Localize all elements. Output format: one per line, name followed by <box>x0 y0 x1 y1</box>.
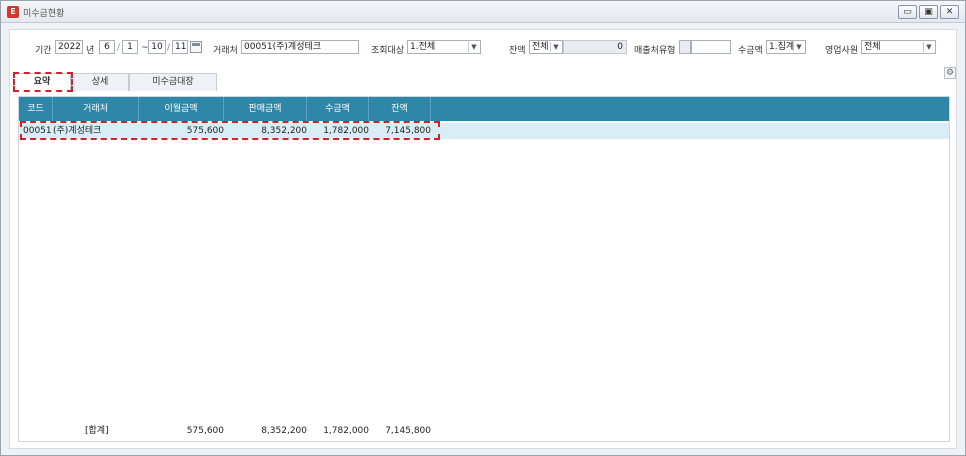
balance-amount-field[interactable]: 0 <box>563 40 627 54</box>
client-input[interactable]: 00051(주)계성테크 <box>241 40 359 54</box>
total-collected: 1,782,000 <box>323 426 369 436</box>
client-label: 거래처 <box>213 46 238 56</box>
total-label: [합계] <box>85 426 109 436</box>
balance-select[interactable]: 전체 ▼ <box>529 40 563 54</box>
close-button[interactable]: ✕ <box>940 5 959 19</box>
tab-receivables-ledger[interactable]: 미수금대장 <box>129 73 217 91</box>
collection-select[interactable]: 1.집계 ▼ <box>766 40 806 54</box>
target-select[interactable]: 1.전체 ▼ <box>407 40 481 54</box>
close-icon: ✕ <box>945 7 954 17</box>
total-row: [합계] 575,600 8,352,200 1,782,000 7,145,8… <box>19 422 949 440</box>
app-window: E 미수금현황 ▭ ▣ ✕ 기간 2022 년 6 / 1 ~ 10 / 11 … <box>0 0 966 456</box>
chevron-down-icon: ▼ <box>468 42 479 52</box>
date-slash-1: / <box>117 43 121 53</box>
gear-icon[interactable]: ⚙ <box>944 67 956 79</box>
column-header-code[interactable]: 코드 <box>19 97 53 121</box>
column-header-client[interactable]: 거래처 <box>53 97 139 121</box>
sales-type-name-input[interactable] <box>691 40 731 54</box>
column-header-collected[interactable]: 수금액 <box>307 97 369 121</box>
column-header-balance[interactable]: 잔액 <box>369 97 431 121</box>
chevron-down-icon: ▼ <box>923 42 934 52</box>
day-from-input[interactable]: 1 <box>122 40 138 54</box>
date-slash-2: / <box>167 43 171 53</box>
sales-type-label: 매출처유형 <box>634 46 676 56</box>
column-header-carryover[interactable]: 이월금액 <box>139 97 224 121</box>
collection-select-value: 1.집계 <box>769 42 795 52</box>
month-from-input[interactable]: 6 <box>99 40 115 54</box>
day-to-input[interactable]: 11 <box>172 40 188 54</box>
grid-header: 코드 거래처 이월금액 판매금액 수금액 잔액 <box>19 97 949 121</box>
maximize-button[interactable]: ▣ <box>919 5 938 19</box>
tab-detail[interactable]: 상세 <box>71 73 129 91</box>
collection-label: 수금액 <box>738 46 763 56</box>
target-select-value: 1.전체 <box>410 42 436 52</box>
total-balance: 7,145,800 <box>385 426 431 436</box>
month-to-input[interactable]: 10 <box>148 40 166 54</box>
row-highlight-box <box>20 121 440 140</box>
calendar-icon[interactable] <box>190 41 202 53</box>
sales-rep-select[interactable]: 전체 ▼ <box>861 40 936 54</box>
data-grid: 코드 거래처 이월금액 판매금액 수금액 잔액 00051 (주)계성테크 57… <box>18 96 950 442</box>
target-label: 조회대상 <box>371 46 405 56</box>
sales-rep-select-value: 전체 <box>864 42 881 52</box>
total-carryover: 575,600 <box>186 426 224 436</box>
title-bar: E 미수금현황 ▭ ▣ ✕ <box>1 1 965 23</box>
window-title: 미수금현황 <box>23 9 65 19</box>
maximize-icon: ▣ <box>924 7 933 17</box>
total-sales: 8,352,200 <box>261 426 307 436</box>
sales-type-code-input[interactable] <box>679 40 691 54</box>
balance-select-value: 전체 <box>532 42 549 52</box>
year-suffix-label: 년 <box>86 46 95 56</box>
year-input[interactable]: 2022 <box>55 40 83 54</box>
app-logo-icon: E <box>7 6 19 18</box>
filter-bar: 기간 2022 년 6 / 1 ~ 10 / 11 거래처 00051(주)계성… <box>10 30 956 64</box>
period-label: 기간 <box>35 46 52 56</box>
minimize-icon: ▭ <box>903 7 912 17</box>
balance-label: 잔액 <box>509 46 526 56</box>
chevron-down-icon: ▼ <box>793 42 804 52</box>
tab-highlight-box <box>13 72 73 92</box>
chevron-down-icon: ▼ <box>550 42 561 52</box>
minimize-button[interactable]: ▭ <box>898 5 917 19</box>
sales-rep-label: 영업사원 <box>825 46 859 56</box>
main-content: 기간 2022 년 6 / 1 ~ 10 / 11 거래처 00051(주)계성… <box>9 29 957 449</box>
column-header-sales[interactable]: 판매금액 <box>224 97 307 121</box>
